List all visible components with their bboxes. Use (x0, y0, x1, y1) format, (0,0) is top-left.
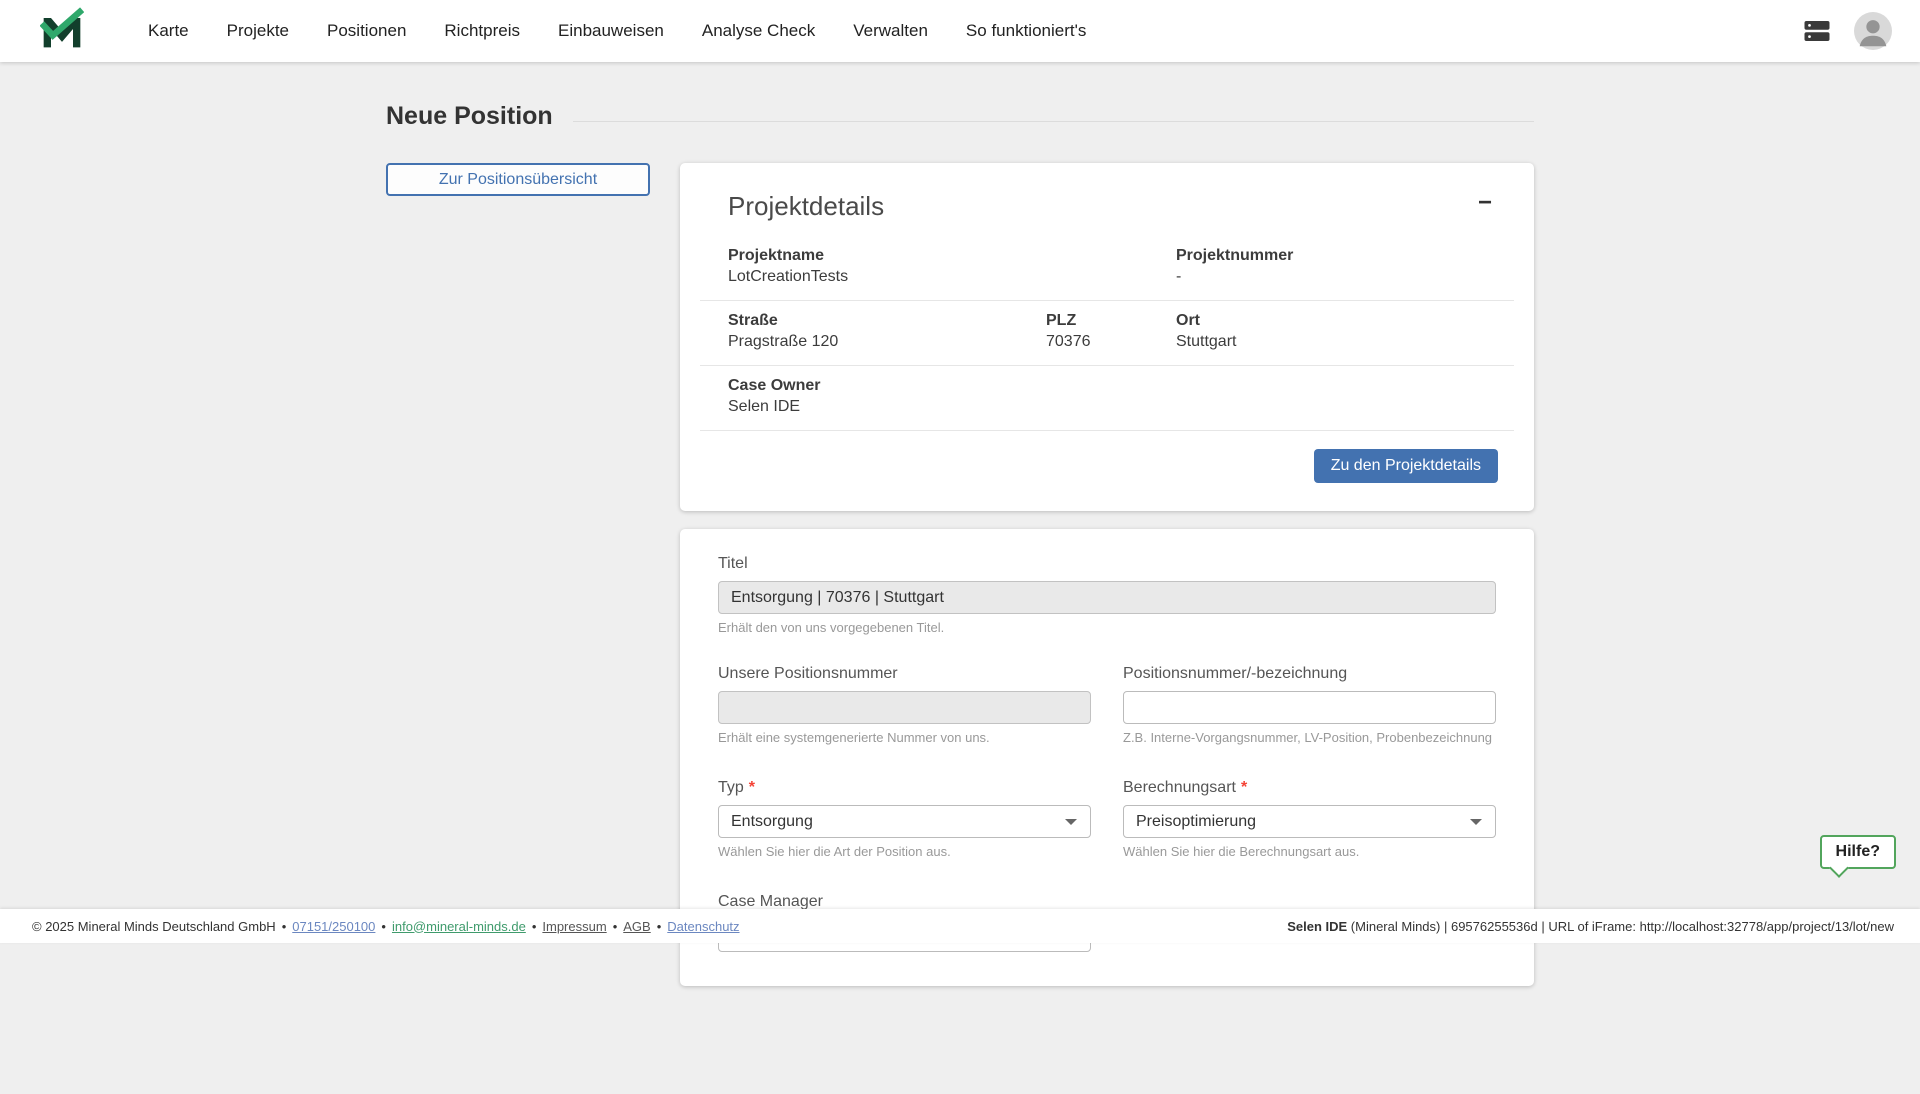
project-row-3: Case Owner Selen IDE (700, 366, 1514, 431)
ort-value: Stuttgart (1176, 333, 1514, 351)
case-owner-value: Selen IDE (728, 398, 1514, 416)
typ-helper: Wählen Sie hier die Art der Position aus… (718, 844, 1091, 859)
project-details-body: Projektname LotCreationTests Projektnumm… (700, 236, 1514, 431)
project-details-card: Projektdetails − Projektname LotCreation… (680, 163, 1534, 511)
titel-helper: Erhält den von uns vorgegebenen Titel. (718, 620, 1496, 635)
main-nav: Karte Projekte Positionen Richtpreis Ein… (148, 21, 1086, 41)
agb-link[interactable]: AGB (623, 919, 650, 934)
ort-field: Ort Stuttgart (1176, 312, 1514, 351)
nav-item-analyse-check[interactable]: Analyse Check (702, 21, 815, 41)
collapse-card-button[interactable]: − (1474, 191, 1496, 215)
session-details: (Mineral Minds) | 69576255536d | URL of … (1347, 919, 1894, 934)
help-button[interactable]: Hilfe? (1820, 835, 1896, 869)
berechnungsart-helper: Wählen Sie hier die Berechnungsart aus. (1123, 844, 1496, 859)
strasse-field: Straße Pragstraße 120 (728, 312, 1046, 351)
nav-item-karte[interactable]: Karte (148, 21, 189, 41)
nav-item-projekte[interactable]: Projekte (227, 21, 289, 41)
user-avatar[interactable] (1854, 12, 1892, 50)
chevron-down-icon (1470, 819, 1482, 825)
email-link[interactable]: info@mineral-minds.de (392, 919, 526, 934)
page-title: Neue Position (386, 102, 553, 131)
title-divider (573, 121, 1534, 122)
project-row-1: Projektname LotCreationTests Projektnumm… (700, 236, 1514, 301)
page-header: Neue Position (386, 102, 1534, 131)
plz-label: PLZ (1046, 312, 1176, 330)
server-icon[interactable] (1802, 16, 1832, 46)
typ-select[interactable]: Entsorgung (718, 805, 1091, 838)
titel-label: Titel (718, 555, 1496, 573)
projektname-field: Projektname LotCreationTests (728, 247, 1176, 286)
footer-separator: • (613, 919, 618, 934)
ort-label: Ort (1176, 312, 1514, 330)
case-owner-field: Case Owner Selen IDE (728, 377, 1514, 416)
nav-item-positionen[interactable]: Positionen (327, 21, 406, 41)
positionsbezeichnung-input[interactable] (1123, 691, 1496, 724)
nav-right-actions (1802, 12, 1892, 50)
project-row-2: Straße Pragstraße 120 PLZ 70376 Ort Stut… (700, 301, 1514, 366)
positionsnummer-input (718, 691, 1091, 724)
strasse-label: Straße (728, 312, 1046, 330)
required-marker: * (749, 779, 755, 796)
projektnummer-label: Projektnummer (1176, 247, 1514, 265)
nav-item-verwalten[interactable]: Verwalten (853, 21, 928, 41)
projektnummer-value: - (1176, 268, 1514, 286)
nav-item-richtpreis[interactable]: Richtpreis (444, 21, 520, 41)
required-marker: * (1241, 779, 1247, 796)
plz-value: 70376 (1046, 333, 1176, 351)
footer: © 2025 Mineral Minds Deutschland GmbH • … (0, 909, 1920, 943)
projektnummer-field: Projektnummer - (1176, 247, 1514, 286)
projektname-label: Projektname (728, 247, 1176, 265)
project-details-title: Projektdetails (728, 191, 884, 222)
strasse-value: Pragstraße 120 (728, 333, 1046, 351)
app-logo[interactable] (40, 7, 84, 56)
help-button-label: Hilfe? (1836, 843, 1880, 860)
projektname-value: LotCreationTests (728, 268, 1176, 286)
footer-session-info: Selen IDE (Mineral Minds) | 69576255536d… (1287, 919, 1894, 934)
titel-input (718, 581, 1496, 614)
plz-field: PLZ 70376 (1046, 312, 1176, 351)
typ-label: Typ* (718, 779, 1091, 797)
nav-item-einbauweisen[interactable]: Einbauweisen (558, 21, 664, 41)
chevron-down-icon (1065, 819, 1077, 825)
footer-separator: • (381, 919, 386, 934)
positionsbezeichnung-field: Positionsnummer/-bezeichnung Z.B. Intern… (1123, 665, 1496, 745)
back-to-positions-button[interactable]: Zur Positionsübersicht (386, 163, 650, 196)
go-to-project-details-button[interactable]: Zu den Projektdetails (1314, 449, 1498, 483)
positionsnummer-field: Unsere Positionsnummer Erhält eine syste… (718, 665, 1091, 745)
copyright-text: © 2025 Mineral Minds Deutschland GmbH (32, 919, 276, 934)
berechnungsart-select-value: Preisoptimierung (1136, 813, 1256, 831)
top-nav: Karte Projekte Positionen Richtpreis Ein… (0, 0, 1920, 62)
berechnungsart-label: Berechnungsart* (1123, 779, 1496, 797)
positionsbezeichnung-helper: Z.B. Interne-Vorgangsnummer, LV-Position… (1123, 730, 1496, 745)
session-owner: Selen IDE (1287, 919, 1347, 934)
footer-separator: • (657, 919, 662, 934)
positionsbezeichnung-label: Positionsnummer/-bezeichnung (1123, 665, 1496, 683)
mineral-minds-logo-icon (40, 7, 84, 56)
titel-field: Titel Erhält den von uns vorgegebenen Ti… (718, 555, 1496, 635)
footer-separator: • (282, 919, 287, 934)
typ-field: Typ* Entsorgung Wählen Sie hier die Art … (718, 779, 1091, 859)
case-owner-label: Case Owner (728, 377, 1514, 395)
nav-item-so-funktionierts[interactable]: So funktioniert's (966, 21, 1086, 41)
positionsnummer-label: Unsere Positionsnummer (718, 665, 1091, 683)
berechnungsart-select[interactable]: Preisoptimierung (1123, 805, 1496, 838)
phone-link[interactable]: 07151/250100 (292, 919, 375, 934)
datenschutz-link[interactable]: Datenschutz (667, 919, 739, 934)
positionsnummer-helper: Erhält eine systemgenerierte Nummer von … (718, 730, 1091, 745)
footer-separator: • (532, 919, 537, 934)
impressum-link[interactable]: Impressum (542, 919, 606, 934)
typ-select-value: Entsorgung (731, 813, 813, 831)
footer-links: © 2025 Mineral Minds Deutschland GmbH • … (32, 919, 740, 934)
berechnungsart-field: Berechnungsart* Preisoptimierung Wählen … (1123, 779, 1496, 859)
